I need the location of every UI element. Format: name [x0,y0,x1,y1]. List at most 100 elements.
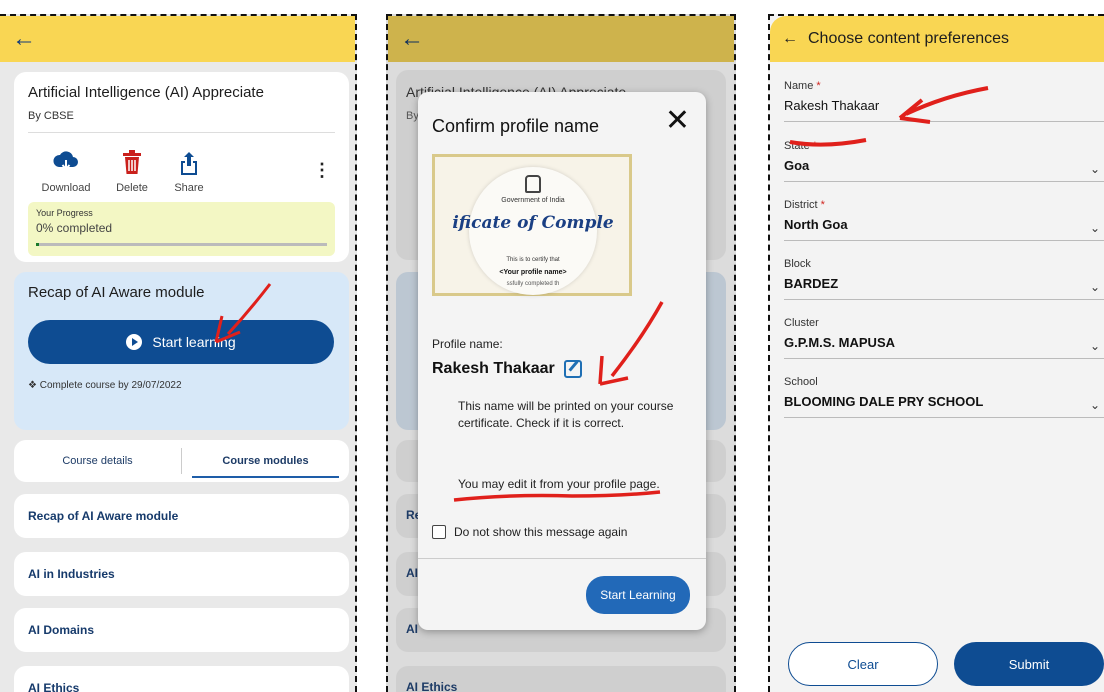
trash-icon [102,150,162,176]
completion-deadline: ❖ Complete course by 29/07/2022 [28,380,182,391]
recap-card: Recap of AI Aware module Start learning … [14,272,349,430]
course-author-dimmed: By [406,110,419,122]
clear-button[interactable]: Clear [788,642,938,686]
module-item[interactable]: AI Ethics [14,666,349,692]
progress-value: 0% completed [36,221,113,235]
cert-certify-text: This is to certify that [506,257,560,263]
module-item[interactable]: Recap of AI Aware module [14,494,349,538]
download-button[interactable]: Download [36,150,96,194]
submit-button[interactable]: Submit [954,642,1104,686]
download-label: Download [41,182,91,194]
state-select[interactable]: State * Goa ⌄ [784,140,1104,182]
course-tabs: Course details Course modules [14,440,349,482]
chevron-down-icon: ⌄ [1089,339,1100,353]
course-screen-panel: ← Artificial Intelligence (AI) Appreciat… [0,14,357,692]
cluster-select[interactable]: Cluster G.P.M.S. MAPUSA ⌄ [784,317,1104,359]
app-header: ← [0,16,355,62]
course-author: By CBSE [28,110,74,122]
course-title: Artificial Intelligence (AI) Appreciate [28,84,264,101]
start-learning-button[interactable]: Start learning [28,320,334,364]
dialog-start-learning-button[interactable]: Start Learning [586,576,690,614]
dialog-edit-hint: You may edit it from your profile page. [458,477,660,491]
annotation-arrow [598,301,664,386]
certificate-magnifier: Government of India ificate of Comple Th… [452,167,614,295]
dialog-divider [418,558,706,559]
course-card: Artificial Intelligence (AI) Appreciate … [14,72,349,262]
tab-course-modules[interactable]: Course modules [182,440,349,482]
module-item[interactable]: AI Domains [14,608,349,652]
state-field-label: State * [784,140,1104,152]
play-icon [126,334,143,350]
module-item-dimmed-text: AI [406,622,418,636]
name-input[interactable]: Rakesh Thakaar [784,98,1104,113]
field-underline [784,121,1104,122]
share-label: Share [174,182,204,194]
certificate-preview: Government of India ificate of Comple Th… [432,154,632,296]
more-options-icon[interactable]: ⋮ [313,160,331,181]
share-button[interactable]: Share [159,150,219,194]
confirm-profile-panel: ← Artificial Intelligence (AI) Appreciat… [386,14,736,692]
chevron-down-icon: ⌄ [1089,162,1100,176]
dont-show-again-checkbox[interactable] [432,525,446,539]
delete-label: Delete [116,182,148,194]
progress-box: Your Progress 0% completed [28,202,335,256]
chevron-down-icon: ⌄ [1089,398,1100,412]
back-arrow-icon[interactable]: ← [12,27,36,51]
share-icon [159,150,219,176]
required-marker: * [812,140,818,152]
block-select[interactable]: Block BARDEZ ⌄ [784,258,1104,300]
module-item-dimmed: AI Ethics [396,666,726,692]
school-select[interactable]: School BLOOMING DALE PRY SCHOOL ⌄ [784,376,1104,418]
recap-title: Recap of AI Aware module [28,284,205,301]
close-icon[interactable]: ✕ [665,106,690,136]
module-item-dimmed-text: AI [406,566,418,580]
name-field-label: Name * [784,80,1104,92]
name-label-text: Name [784,80,814,92]
field-underline [784,299,1104,300]
content-preferences-panel: ← Choose content preferences Name * Rake… [768,14,1104,692]
back-arrow-icon[interactable]: ← [400,27,424,51]
required-marker: * [816,80,821,92]
progress-label: Your Progress [36,208,93,218]
state-label-text: State [784,140,810,152]
edit-icon[interactable] [564,360,582,378]
module-item[interactable]: AI in Industries [14,552,349,596]
district-label-text: District [784,199,818,211]
dont-show-again-row[interactable]: Do not show this message again [432,525,627,539]
field-underline [784,181,1104,182]
cloud-download-icon [36,150,96,176]
chevron-down-icon: ⌄ [1089,280,1100,294]
chevron-down-icon: ⌄ [1089,221,1100,235]
confirm-profile-dialog: Confirm profile name ✕ Government of Ind… [418,92,706,630]
field-underline [784,417,1104,418]
start-learning-label: Start learning [152,334,236,350]
state-value: Goa [784,158,810,173]
back-arrow-icon[interactable]: ← [782,31,798,47]
block-field-label: Block [784,258,811,270]
module-item-dimmed-text: AI Ethics [406,680,458,692]
tab-course-details[interactable]: Course details [14,440,181,482]
cluster-value: G.P.M.S. MAPUSA [784,335,896,350]
dont-show-again-label: Do not show this message again [454,525,628,539]
emblem-icon [525,175,541,193]
app-header: ← [388,16,734,62]
page-title: Choose content preferences [808,30,1010,47]
delete-button[interactable]: Delete [102,150,162,194]
district-field-label: District * [784,199,1104,211]
block-value: BARDEZ [784,276,839,291]
cluster-field-label: Cluster [784,317,819,329]
field-underline [784,358,1104,359]
cert-government-text: Government of India [501,197,565,204]
divider [28,132,335,133]
district-value: North Goa [784,217,848,232]
dialog-message: This name will be printed on your course… [458,399,674,430]
field-underline [784,240,1104,241]
profile-name-value: Rakesh Thakaar [432,360,555,377]
required-marker: * [820,199,825,211]
district-select[interactable]: District * North Goa ⌄ [784,199,1104,241]
school-field-label: School [784,376,818,388]
cert-name-placeholder: <Your profile name> [499,269,567,276]
completion-deadline-text: Complete course by 29/07/2022 [39,380,182,391]
dialog-title: Confirm profile name [432,116,600,136]
name-field[interactable]: Name * Rakesh Thakaar [784,80,1104,122]
